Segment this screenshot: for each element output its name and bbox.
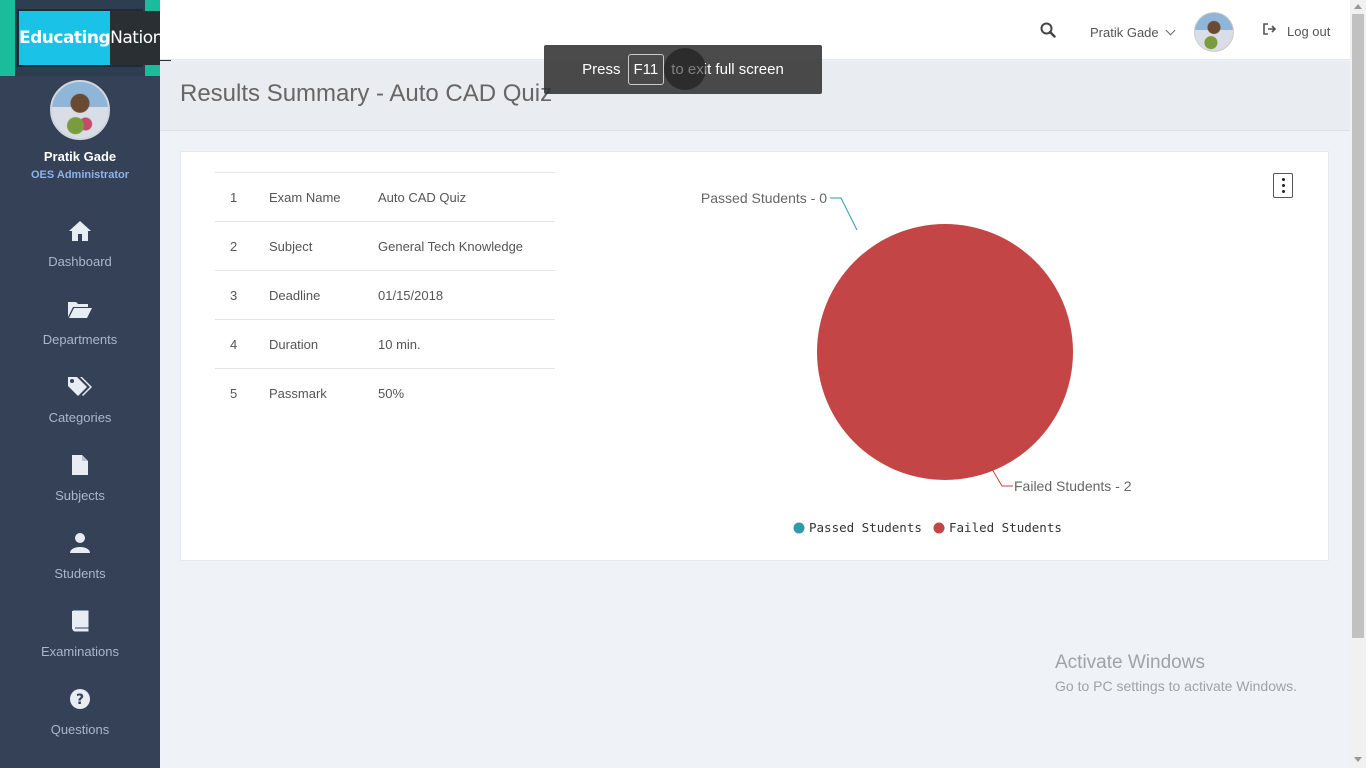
tags-icon <box>67 374 93 400</box>
results-pie-chart: Passed Students - 0 Failed Students - 2 Pa… <box>701 190 1132 535</box>
svg-text:?: ? <box>76 692 84 708</box>
sidebar-item-label: Questions <box>50 722 110 737</box>
table-row: 2 Subject General Tech Knowledge <box>215 221 555 271</box>
cursor-indicator <box>664 48 706 90</box>
sidebar-item-label: Categories <box>48 410 112 425</box>
row-number: 4 <box>215 319 269 369</box>
profile-name: Pratik Gade <box>43 149 117 164</box>
logo-area[interactable]: Educating Nations <box>0 0 172 76</box>
sidebar-nav: Dashboard Departments Categories Subject… <box>0 210 160 756</box>
chart-menu-button[interactable] <box>1273 173 1293 198</box>
sidebar-item-questions[interactable]: ? Questions <box>0 678 160 756</box>
file-icon <box>67 452 93 478</box>
activate-windows-watermark: Activate Windows Go to PC settings to ac… <box>1055 652 1297 694</box>
question-circle-icon: ? <box>67 686 93 712</box>
home-icon <box>67 218 93 244</box>
pie-slice-failed-students[interactable] <box>817 224 1073 480</box>
row-value: 10 min. <box>378 319 555 369</box>
data-label-passed: Passed Students - 0 <box>701 190 827 206</box>
sidebar-item-label: Dashboard <box>48 254 112 269</box>
legend-marker[interactable] <box>793 522 805 534</box>
avatar <box>1193 12 1234 52</box>
sidebar-item-label: Subjects <box>55 488 105 503</box>
chevron-down-icon <box>1165 25 1176 35</box>
row-number: 2 <box>215 221 269 271</box>
toast-key: F11 <box>627 54 665 85</box>
logo-text-left: Educating <box>19 11 111 65</box>
sidebar-item-label: Departments <box>42 332 118 347</box>
user-menu[interactable]: Pratik Gade <box>1090 12 1234 52</box>
fullscreen-toast: Press F11 to exit full screen <box>544 45 822 94</box>
logout-button[interactable]: Log out <box>1263 22 1330 40</box>
sidebar-item-subjects[interactable]: Subjects <box>0 444 160 522</box>
sidebar-profile: Pratik Gade OES Administrator <box>0 80 160 181</box>
folder-open-icon <box>67 296 93 322</box>
exam-details-table: 1 Exam Name Auto CAD Quiz 2 Subject Gene… <box>215 172 555 418</box>
sidebar-item-dashboard[interactable]: Dashboard <box>0 210 160 288</box>
table-row: 3 Deadline 01/15/2018 <box>215 270 555 320</box>
brand-logo[interactable]: Educating Nations <box>15 0 172 76</box>
user-icon <box>67 530 93 556</box>
scroll-up-arrow-icon[interactable] <box>1354 4 1362 9</box>
legend-marker[interactable] <box>933 522 945 534</box>
logout-label: Log out <box>1287 23 1331 39</box>
legend-label[interactable]: Passed Students <box>809 520 922 535</box>
row-key: Subject <box>269 221 378 271</box>
row-key: Deadline <box>269 270 378 320</box>
profile-role: OES Administrator <box>31 169 129 181</box>
toast-prefix: Press <box>582 61 621 78</box>
scroll-thumb[interactable] <box>1352 14 1364 638</box>
sidebar-item-students[interactable]: Students <box>0 522 160 600</box>
row-number: 5 <box>215 368 269 418</box>
sidebar: Educating Nations Pratik Gade OES Admini… <box>0 0 172 768</box>
watermark-subtitle: Go to PC settings to activate Windows. <box>1055 678 1297 694</box>
sidebar-item-departments[interactable]: Departments <box>0 288 160 366</box>
avatar <box>50 80 110 140</box>
table-row: 4 Duration 10 min. <box>215 319 555 369</box>
table-row: 1 Exam Name Auto CAD Quiz <box>215 172 555 222</box>
sidebar-item-label: Students <box>54 566 106 581</box>
row-value: General Tech Knowledge <box>378 221 555 271</box>
page-scrollbar[interactable] <box>1350 0 1366 768</box>
sidebar-item-categories[interactable]: Categories <box>0 366 160 444</box>
data-label-failed: Failed Students - 2 <box>1014 478 1132 494</box>
row-value: 50% <box>378 368 555 418</box>
row-number: 3 <box>215 270 269 320</box>
topbar-user-name: Pratik Gade <box>1090 24 1159 40</box>
sidebar-item-examinations[interactable]: Examinations <box>0 600 160 678</box>
scroll-down-arrow-icon[interactable] <box>1354 757 1362 762</box>
watermark-title: Activate Windows <box>1055 652 1205 673</box>
book-icon <box>67 608 93 634</box>
table-row: 5 Passmark 50% <box>215 368 555 418</box>
legend-label[interactable]: Failed Students <box>949 520 1062 535</box>
row-value: Auto CAD Quiz <box>378 172 555 222</box>
search-icon[interactable] <box>1040 22 1056 38</box>
row-value: 01/15/2018 <box>378 270 555 320</box>
sign-out-icon <box>1263 22 1277 40</box>
row-key: Passmark <box>269 368 378 418</box>
results-card: 1 Exam Name Auto CAD Quiz 2 Subject Gene… <box>180 151 1329 561</box>
sidebar-item-label: Examinations <box>40 644 120 659</box>
row-number: 1 <box>215 172 269 222</box>
page-title: Results Summary - Auto CAD Quiz <box>180 80 553 107</box>
row-key: Duration <box>269 319 378 369</box>
leader-line-passed <box>830 197 858 231</box>
row-key: Exam Name <box>269 172 378 222</box>
